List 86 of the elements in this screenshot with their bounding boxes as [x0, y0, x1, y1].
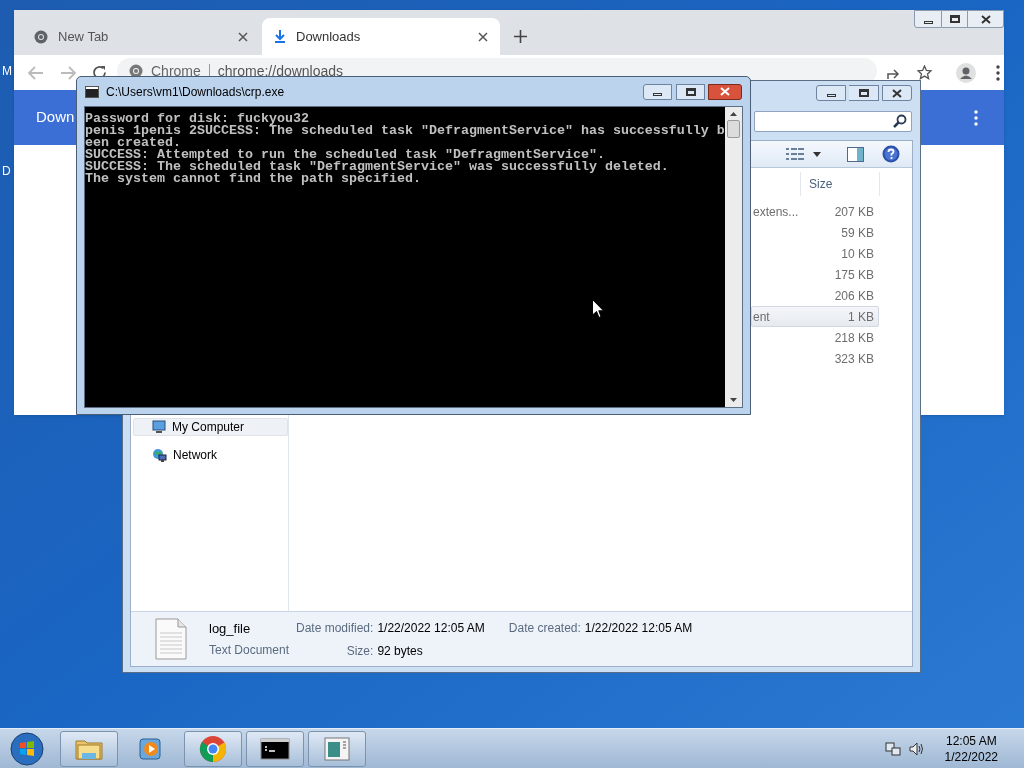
detail-value: 92 bytes: [377, 642, 424, 660]
chrome-icon: [129, 63, 143, 78]
minimize-button[interactable]: [816, 85, 846, 101]
file-size: 218 KB: [833, 329, 875, 347]
new-tab-icon[interactable]: [514, 30, 527, 43]
file-row[interactable]: 206 KB: [751, 285, 879, 306]
file-row[interactable]: extens... 207 KB: [751, 201, 879, 222]
minimize-button[interactable]: [643, 83, 672, 100]
text-file-icon: [155, 618, 187, 660]
console-line: penis 1penis 2SUCCESS: The scheduled task "DefragmentService" has successfully b: [85, 125, 725, 137]
file-size: 175 KB: [833, 266, 875, 284]
window-title: C:\Users\vm1\Downloads\crp.exe: [106, 83, 285, 101]
console-line: The system cannot find the path specified.: [85, 173, 421, 185]
file-row[interactable]: 323 KB: [751, 348, 879, 369]
preview-pane-icon[interactable]: [847, 146, 864, 162]
url-text: chrome://downloads: [217, 63, 344, 78]
file-row[interactable]: 59 KB: [751, 222, 879, 243]
desktop-icon-label[interactable]: D: [2, 162, 12, 180]
chrome-icon: [34, 29, 48, 44]
detail-label: Size:: [345, 642, 374, 660]
column-header[interactable]: Size: [800, 172, 880, 196]
scrollbar[interactable]: [725, 107, 742, 407]
computer-icon: [152, 420, 166, 434]
volume-icon[interactable]: [908, 740, 925, 757]
caret-icon[interactable]: [813, 151, 821, 157]
close-icon: [980, 14, 991, 24]
file-size: 59 KB: [840, 224, 875, 242]
clock-time[interactable]: 12:05 AM: [945, 732, 997, 749]
browser-tab[interactable]: Downloads: [262, 18, 500, 55]
more-icon[interactable]: [974, 109, 978, 126]
mouse-cursor-icon: [592, 299, 604, 318]
close-icon[interactable]: [478, 31, 488, 42]
file-type-text: extens...: [752, 203, 800, 221]
network-icon[interactable]: [884, 740, 901, 757]
taskbar-button[interactable]: [246, 730, 304, 767]
detail-value: 1/22/2022 12:05 AM: [377, 619, 485, 637]
maximize-button[interactable]: [942, 10, 968, 28]
download-icon: [274, 30, 286, 43]
file-row[interactable]: ent 1 KB: [751, 306, 879, 327]
scroll-down-icon[interactable]: [730, 398, 737, 402]
file-size: 323 KB: [833, 350, 875, 368]
clock-date[interactable]: 1/22/2022: [944, 748, 998, 765]
nav-item[interactable]: My Computer: [133, 418, 288, 436]
file-size: 206 KB: [833, 287, 875, 305]
console-line: een created.: [85, 137, 181, 149]
detail-label: Date created:: [508, 619, 581, 637]
file-type: Text Document: [209, 642, 291, 660]
start-button[interactable]: [10, 731, 44, 766]
console-line: Password for disk: fuckyou32: [85, 113, 309, 125]
file-row[interactable]: 175 KB: [751, 264, 879, 285]
console-icon: [85, 85, 99, 98]
close-icon: [892, 88, 902, 98]
file-size: 1 KB: [847, 308, 875, 326]
close-icon: [720, 87, 730, 96]
close-icon[interactable]: [238, 31, 248, 42]
desktop-icon-label[interactable]: M: [2, 62, 12, 80]
view-options-icon[interactable]: [786, 147, 804, 161]
help-icon[interactable]: [882, 145, 900, 163]
site-label: Chrome: [151, 63, 201, 78]
detail-value: 1/22/2022 12:05 AM: [584, 619, 693, 637]
browser-tab[interactable]: New Tab: [14, 18, 262, 55]
console-line: SUCCESS: Attempted to run the scheduled task "DefragmentService".: [85, 149, 605, 161]
nav-item[interactable]: Network: [133, 446, 288, 464]
maximize-button[interactable]: [676, 83, 705, 100]
star-icon[interactable]: [917, 65, 932, 80]
file-size: 207 KB: [833, 203, 875, 221]
search-field[interactable]: [754, 110, 912, 132]
detail-label: Date modified:: [296, 619, 374, 637]
console-line: SUCCESS: The scheduled task "DefragmentService" was successfully deleted.: [85, 161, 670, 173]
scroll-thumb[interactable]: [727, 120, 740, 138]
close-button[interactable]: [708, 83, 742, 100]
close-button[interactable]: [882, 85, 912, 101]
file-type-text: ent: [752, 308, 771, 326]
page-title: Down: [36, 107, 75, 128]
minimize-button[interactable]: [914, 10, 942, 28]
profile-icon[interactable]: [956, 62, 976, 83]
close-button[interactable]: [968, 10, 1004, 28]
menu-icon[interactable]: [996, 64, 1000, 81]
maximize-button[interactable]: [849, 85, 879, 101]
scroll-up-icon[interactable]: [730, 112, 737, 116]
file-row[interactable]: 218 KB: [751, 327, 879, 348]
file-name: log_file: [209, 619, 252, 638]
search-icon: [893, 114, 907, 128]
globe-monitor-icon: [152, 447, 167, 463]
file-size: 10 KB: [840, 245, 875, 263]
file-row[interactable]: 10 KB: [751, 243, 879, 264]
